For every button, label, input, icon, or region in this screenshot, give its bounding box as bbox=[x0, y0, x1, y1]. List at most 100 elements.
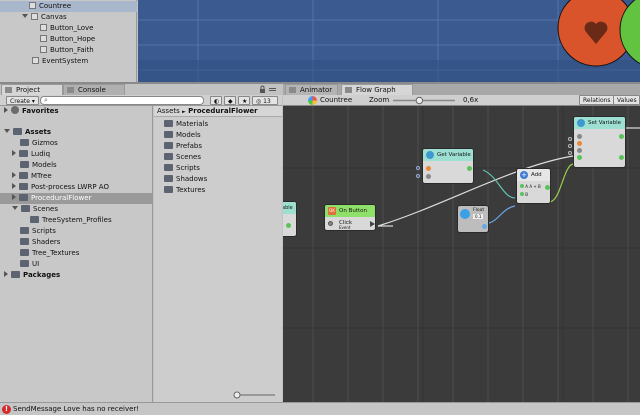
filter-by-label-button[interactable]: ◆ bbox=[224, 96, 236, 105]
tree-item-packages[interactable]: Packages bbox=[4, 270, 60, 281]
input-connector[interactable] bbox=[568, 151, 572, 155]
tree-item-models[interactable]: Models bbox=[20, 160, 57, 171]
graph-canvas[interactable]: able OK On Button Click Event Get Variab… bbox=[283, 106, 640, 402]
green-button-preview[interactable] bbox=[618, 0, 640, 82]
node-float[interactable]: Float 0.1 bbox=[457, 205, 489, 233]
console-icon bbox=[67, 87, 74, 93]
tab-animator[interactable]: Animator bbox=[285, 84, 338, 95]
input-port[interactable] bbox=[328, 221, 333, 226]
favorite-button[interactable]: ★ bbox=[238, 96, 250, 105]
expand-arrow-icon[interactable] bbox=[4, 129, 10, 133]
tab-project[interactable]: Project bbox=[1, 84, 63, 95]
expand-arrow-icon[interactable] bbox=[12, 150, 16, 156]
tree-item-scenes[interactable]: Scenes bbox=[12, 204, 58, 215]
hidden-packages-button[interactable]: ◎ 13 bbox=[252, 96, 278, 105]
tree-item-gizmos[interactable]: Gizmos bbox=[20, 138, 58, 149]
content-item-textures[interactable]: Textures bbox=[164, 185, 205, 196]
tree-item-mtree[interactable]: MTree bbox=[12, 171, 52, 182]
breadcrumb-assets[interactable]: Assets bbox=[157, 107, 180, 115]
node-partial-left[interactable]: able bbox=[283, 201, 297, 237]
filter-by-type-button[interactable]: ◐ bbox=[210, 96, 222, 105]
input-port[interactable] bbox=[577, 134, 582, 139]
content-item-scenes[interactable]: Scenes bbox=[164, 152, 201, 163]
input-port[interactable] bbox=[577, 148, 582, 153]
status-message[interactable]: SendMessage Love has no receiver! bbox=[13, 405, 139, 413]
tree-item-ludiq[interactable]: Ludiq bbox=[12, 149, 50, 160]
content-item-materials[interactable]: Materials bbox=[164, 119, 208, 130]
value-connection[interactable] bbox=[488, 205, 516, 224]
zoom-slider-thumb[interactable] bbox=[415, 96, 424, 105]
content-item-scripts[interactable]: Scripts bbox=[164, 163, 200, 174]
content-item-models[interactable]: Models bbox=[164, 130, 201, 141]
input-port[interactable] bbox=[426, 166, 431, 171]
output-port[interactable] bbox=[545, 185, 550, 190]
folder-icon bbox=[19, 183, 28, 190]
scene-view[interactable] bbox=[138, 0, 640, 82]
icon-size-slider[interactable] bbox=[232, 391, 277, 399]
expand-arrow-icon[interactable] bbox=[12, 183, 16, 189]
tree-item-post-process[interactable]: Post-process LWRP AO bbox=[12, 182, 109, 193]
hierarchy-item-countree[interactable]: Countree bbox=[0, 1, 137, 12]
node-add[interactable]: + Add A A + B B bbox=[516, 168, 551, 204]
content-item-shadows[interactable]: Shadows bbox=[164, 174, 207, 185]
graph-toolbar: Countree Zoom 0,6x Relations Values bbox=[283, 95, 640, 106]
breadcrumb-separator: ► bbox=[182, 109, 186, 115]
hierarchy-item-button-love[interactable]: Button_Love bbox=[40, 23, 93, 34]
expand-arrow-icon[interactable] bbox=[12, 194, 16, 200]
expand-arrow-icon[interactable] bbox=[12, 206, 18, 210]
output-port[interactable] bbox=[482, 224, 487, 229]
folder-icon bbox=[164, 153, 173, 160]
node-get-variable-1[interactable]: Get Variable bbox=[422, 148, 474, 184]
input-connector[interactable] bbox=[416, 166, 420, 170]
hierarchy-item-button-faith[interactable]: Button_Faith bbox=[40, 45, 94, 56]
tab-console[interactable]: Console bbox=[63, 84, 125, 95]
expand-arrow-icon[interactable] bbox=[12, 172, 16, 178]
folder-icon bbox=[19, 172, 28, 179]
zoom-value: 0,6x bbox=[463, 96, 479, 104]
folder-icon bbox=[5, 87, 12, 93]
value-connection[interactable] bbox=[548, 163, 574, 203]
hierarchy-item-canvas[interactable]: Canvas bbox=[22, 12, 67, 23]
create-button[interactable]: Create ▾ bbox=[6, 96, 39, 105]
flow-output-arrow-icon[interactable] bbox=[370, 221, 375, 227]
tab-flow-graph[interactable]: Flow Graph bbox=[341, 84, 413, 95]
expand-arrow-icon[interactable] bbox=[4, 107, 8, 113]
graph-breadcrumb[interactable]: Countree bbox=[308, 95, 352, 106]
lock-icon[interactable] bbox=[258, 85, 278, 95]
input-connector[interactable] bbox=[568, 137, 572, 141]
search-input[interactable]: ⌕ bbox=[40, 96, 204, 105]
breadcrumb-current[interactable]: ProceduralFlower bbox=[188, 107, 258, 115]
node-on-button-click[interactable]: OK On Button Click Event bbox=[324, 204, 376, 231]
output-port[interactable] bbox=[619, 134, 624, 139]
input-port[interactable] bbox=[426, 174, 431, 179]
input-connector[interactable] bbox=[416, 174, 420, 178]
tree-item-treesystem-profiles[interactable]: TreeSystem_Profiles bbox=[30, 215, 112, 226]
output-port[interactable] bbox=[467, 166, 472, 171]
float-value-field[interactable]: 0.1 bbox=[473, 214, 484, 219]
expand-arrow-icon[interactable] bbox=[4, 271, 8, 277]
input-port[interactable] bbox=[577, 155, 582, 160]
content-item-prefabs[interactable]: Prefabs bbox=[164, 141, 202, 152]
expand-arrow-icon[interactable] bbox=[22, 14, 28, 18]
relations-button[interactable]: Relations bbox=[579, 95, 615, 105]
values-button[interactable]: Values bbox=[613, 95, 640, 105]
output-port[interactable] bbox=[619, 155, 624, 160]
tree-item-favorites[interactable]: Favorites bbox=[4, 106, 59, 117]
input-port[interactable] bbox=[577, 141, 582, 146]
tree-item-assets[interactable]: Assets bbox=[4, 127, 51, 138]
hierarchy-item-button-hope[interactable]: Button_Hope bbox=[40, 34, 95, 45]
tree-item-ui[interactable]: UI bbox=[20, 259, 39, 270]
zoom-slider[interactable] bbox=[391, 96, 457, 105]
tree-item-tree-textures[interactable]: Tree_Textures bbox=[20, 248, 79, 259]
port-a-label: A bbox=[525, 184, 529, 189]
node-set-variable[interactable]: Set Variable bbox=[573, 116, 626, 168]
hierarchy-item-eventsystem[interactable]: EventSystem bbox=[32, 56, 88, 67]
output-port[interactable] bbox=[286, 223, 291, 228]
tree-item-proceduralflower[interactable]: ProceduralFlower bbox=[0, 193, 153, 204]
tree-item-scripts[interactable]: Scripts bbox=[20, 226, 56, 237]
favorites-icon bbox=[11, 106, 19, 114]
status-bar[interactable]: ! SendMessage Love has no receiver! bbox=[0, 402, 640, 415]
tree-item-shaders[interactable]: Shaders bbox=[20, 237, 60, 248]
input-connector[interactable] bbox=[568, 144, 572, 148]
float-icon bbox=[460, 209, 470, 219]
